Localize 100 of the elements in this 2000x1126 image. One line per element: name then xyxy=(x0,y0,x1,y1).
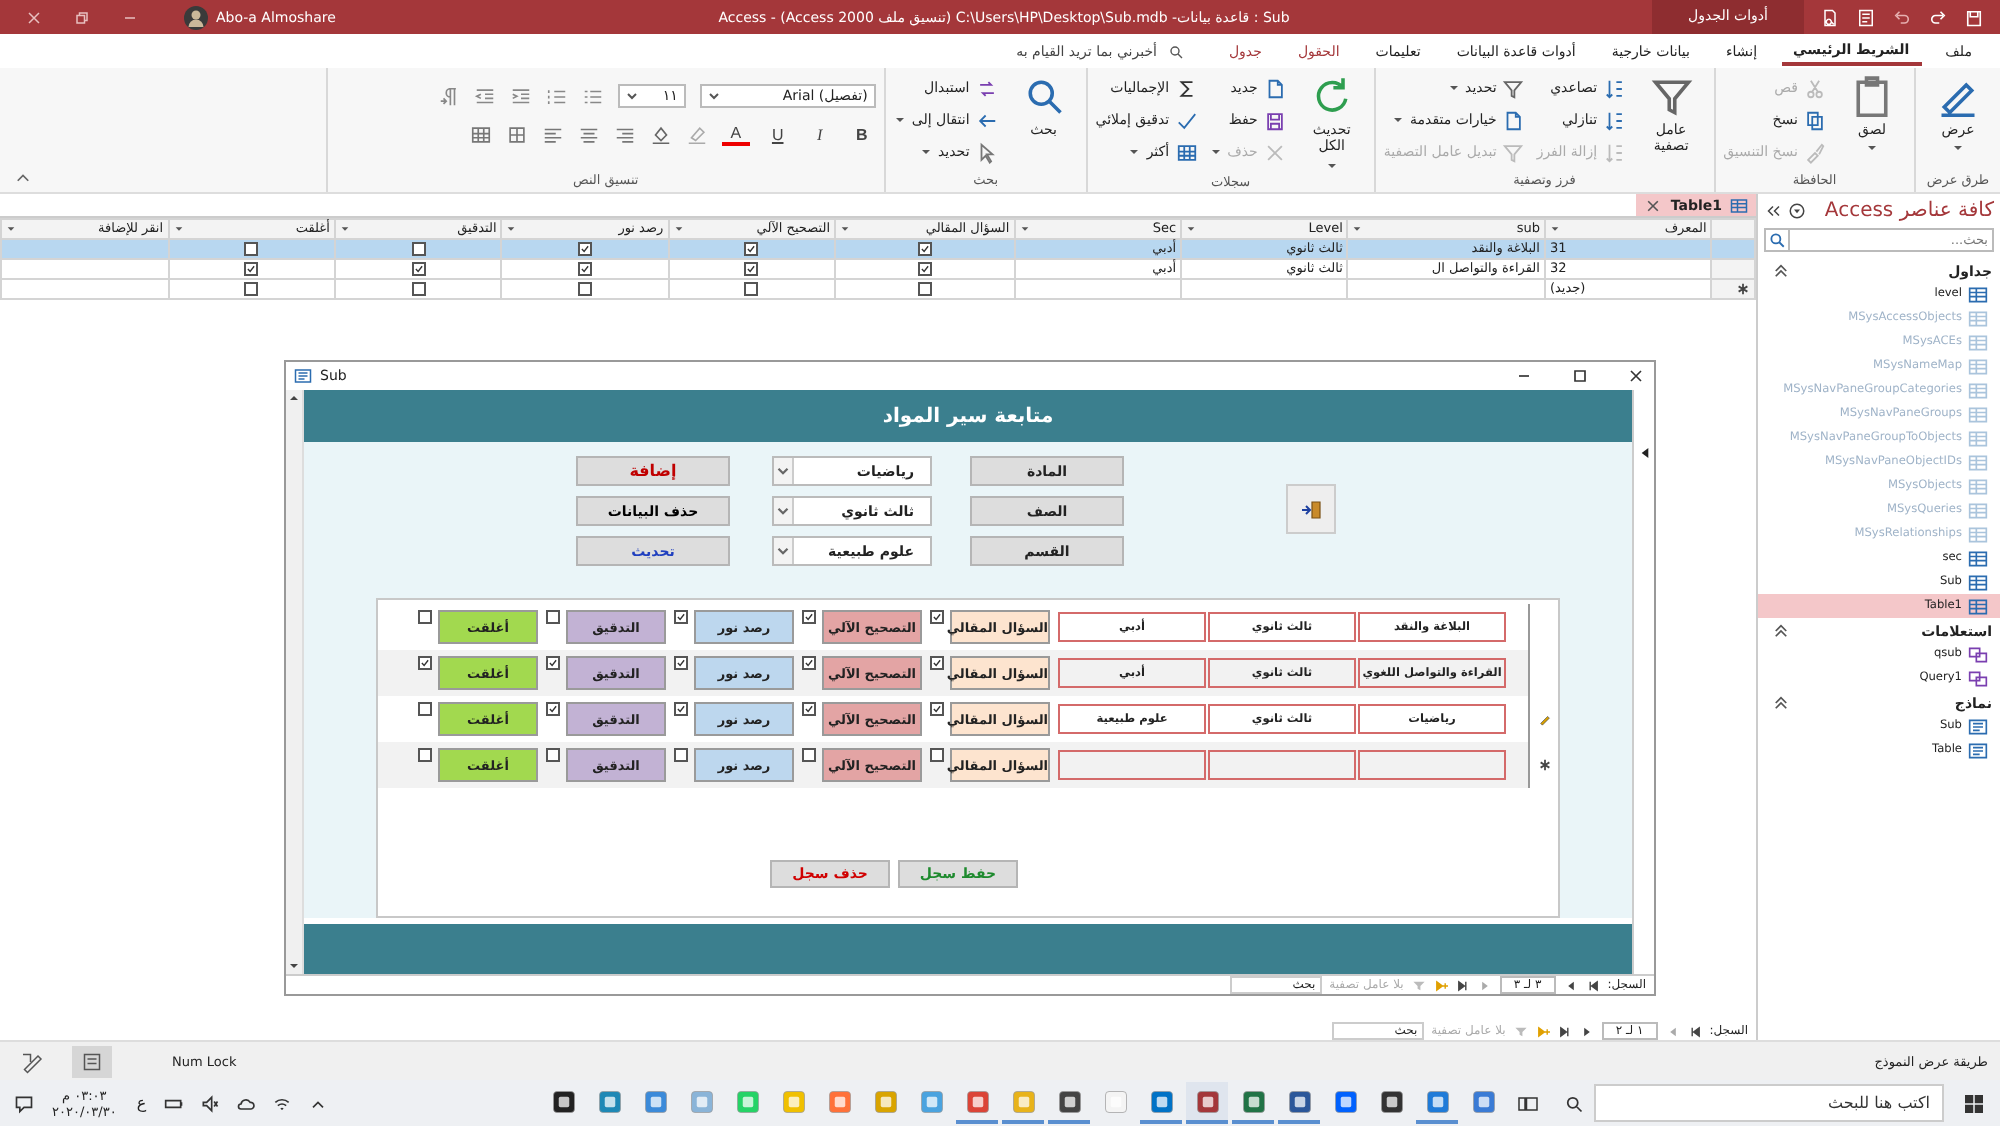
checkbox[interactable] xyxy=(744,282,759,296)
maximize-icon[interactable] xyxy=(1570,366,1590,386)
form-icon xyxy=(294,368,312,384)
first-record-icon[interactable] xyxy=(1687,1025,1702,1037)
collapse-pane-icon[interactable] xyxy=(1764,202,1782,220)
checkbox[interactable] xyxy=(802,702,816,716)
app-icon xyxy=(595,1087,623,1115)
last-record-icon[interactable] xyxy=(1455,979,1470,991)
checkbox[interactable] xyxy=(802,610,816,624)
checkbox[interactable] xyxy=(546,702,560,716)
app-icon xyxy=(1377,1087,1405,1115)
text-field[interactable] xyxy=(1208,750,1356,780)
collapse-icon[interactable] xyxy=(1774,264,1788,278)
text-field[interactable] xyxy=(1058,750,1206,780)
format-button[interactable]: U xyxy=(763,121,792,147)
form-view-icon[interactable] xyxy=(72,1045,112,1077)
search-field[interactable]: اكتب هنا للبحث xyxy=(1594,1084,1944,1122)
checkbox[interactable] xyxy=(244,262,259,276)
checkbox[interactable] xyxy=(577,262,592,276)
checkbox[interactable] xyxy=(577,242,592,256)
caret-icon xyxy=(673,224,684,234)
checkbox[interactable] xyxy=(577,282,592,296)
app-icon xyxy=(1423,1087,1451,1115)
cloud-icon[interactable] xyxy=(236,1093,257,1113)
last-record-icon[interactable] xyxy=(1557,1025,1572,1037)
copy-icon xyxy=(1804,109,1826,131)
checkbox[interactable] xyxy=(411,242,426,256)
checkbox[interactable] xyxy=(418,656,432,670)
collapse-icon[interactable] xyxy=(1774,624,1788,638)
checkbox[interactable] xyxy=(674,702,688,716)
checkbox[interactable] xyxy=(546,656,560,670)
text-direction-icon[interactable] xyxy=(437,85,460,107)
redo-icon[interactable] xyxy=(1928,7,1948,27)
task-view-icon[interactable] xyxy=(1516,1091,1540,1115)
checkbox[interactable] xyxy=(546,610,560,624)
form-icon xyxy=(1968,717,1988,735)
close-icon[interactable] xyxy=(1626,366,1646,386)
checkbox[interactable] xyxy=(418,702,432,716)
align-left-icon[interactable] xyxy=(541,123,564,145)
print-preview-icon[interactable] xyxy=(1820,7,1840,27)
checkbox[interactable] xyxy=(917,282,932,296)
checkbox[interactable] xyxy=(418,610,432,624)
table-icon xyxy=(1968,573,1988,591)
app-icon xyxy=(549,1087,577,1115)
checkbox[interactable] xyxy=(744,262,759,276)
checkbox[interactable] xyxy=(674,748,688,762)
select-all-cell[interactable] xyxy=(1711,219,1755,239)
alternate-fill-icon[interactable] xyxy=(505,123,528,145)
align-right-icon[interactable] xyxy=(613,123,636,145)
checkbox[interactable] xyxy=(418,748,432,762)
first-record-icon[interactable] xyxy=(1585,979,1600,991)
checkbox[interactable] xyxy=(411,262,426,276)
checkbox[interactable] xyxy=(930,610,944,624)
collapse-icon[interactable] xyxy=(1774,696,1788,710)
text-field[interactable] xyxy=(1358,750,1506,780)
format-button[interactable]: I xyxy=(805,121,834,147)
undo-icon[interactable] xyxy=(1892,7,1912,27)
avatar-icon[interactable] xyxy=(184,5,208,29)
checkbox[interactable] xyxy=(917,262,932,276)
checkbox[interactable] xyxy=(802,656,816,670)
wifi-icon[interactable] xyxy=(272,1093,293,1113)
font-color-button[interactable]: A xyxy=(721,122,750,146)
checkbox[interactable] xyxy=(546,748,560,762)
search-icon[interactable] xyxy=(1564,1093,1584,1113)
action-button[interactable]: إضافة xyxy=(576,456,730,486)
checkbox[interactable] xyxy=(244,282,259,296)
form-icon[interactable] xyxy=(1856,7,1876,27)
checkbox[interactable] xyxy=(802,748,816,762)
checkbox[interactable] xyxy=(744,242,759,256)
align-center-icon[interactable] xyxy=(577,123,600,145)
checkbox[interactable] xyxy=(930,656,944,670)
volume-icon[interactable] xyxy=(200,1093,221,1113)
gridlines-icon[interactable] xyxy=(469,123,492,145)
scrollbar[interactable] xyxy=(286,390,304,974)
checkbox[interactable] xyxy=(674,610,688,624)
funnel-icon xyxy=(1502,77,1525,99)
funnel-icon xyxy=(1649,74,1694,118)
search-icon[interactable] xyxy=(1764,228,1788,252)
outdent-icon[interactable] xyxy=(473,85,496,107)
bullet-list-icon[interactable] xyxy=(581,85,604,107)
collapse-ribbon-icon[interactable] xyxy=(16,172,30,186)
checkbox[interactable] xyxy=(930,748,944,762)
fill-color-icon[interactable] xyxy=(649,123,672,145)
previous-record-icon[interactable] xyxy=(1563,979,1578,991)
checkbox[interactable] xyxy=(411,282,426,296)
table-icon xyxy=(1968,405,1988,423)
numbered-list-icon[interactable] xyxy=(545,85,568,107)
dropdown-icon[interactable] xyxy=(1788,202,1806,220)
save-icon[interactable] xyxy=(1964,7,1984,27)
checkbox[interactable] xyxy=(244,242,259,256)
restore-icon[interactable] xyxy=(72,7,92,27)
notification-icon[interactable] xyxy=(14,1093,34,1113)
indent-icon[interactable] xyxy=(509,85,532,107)
language-indicator[interactable]: ع xyxy=(136,1094,147,1112)
format-button[interactable]: B xyxy=(847,121,876,147)
checkbox[interactable] xyxy=(674,656,688,670)
checkbox[interactable] xyxy=(930,702,944,716)
scroll-up-icon[interactable] xyxy=(286,390,302,406)
checkbox[interactable] xyxy=(917,242,932,256)
exit-button[interactable] xyxy=(1286,484,1336,534)
